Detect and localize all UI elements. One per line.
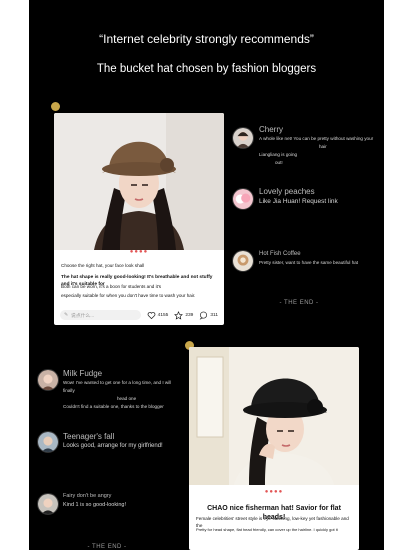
headline-subtitle: The bucket hat chosen by fashion blogger… — [96, 63, 317, 75]
comment-button[interactable]: 311 — [199, 311, 218, 320]
pencil-icon: ✎ — [64, 312, 69, 318]
comment-fairy-dont-be-angry: Fairy don't be angry Kind 1 is so good-l… — [63, 492, 183, 510]
comment-cherry: Cherry A whole like net! You can be pret… — [259, 124, 384, 167]
heart-icon — [147, 311, 156, 319]
comment-text: Looks good, arrange for my girlfriend! — [63, 443, 163, 449]
commenter-name: Hot Fish Coffee — [259, 251, 301, 257]
headline-quote: “Internet celebrity strongly recommends” — [99, 32, 314, 46]
post-action-bar: ✎ 说点什么... 4155 239 311 — [54, 307, 224, 323]
commenter-name: Teenager's fall — [63, 432, 115, 441]
avatar-milk-fudge[interactable] — [37, 369, 59, 391]
comment-bubble-icon — [199, 311, 208, 320]
comment-text: Couldn't find a suitable one, thanks to … — [63, 404, 164, 409]
end-marker: - THE END - — [279, 300, 319, 306]
like-button[interactable]: 4155 — [147, 311, 169, 320]
post-card-2[interactable]: ●●●● CHAO nice fisherman hat! Savior for… — [189, 347, 359, 550]
comment-text: Wow! I've wanted to get one for a long t… — [63, 380, 172, 393]
comment-text: Kind 1 is so good-looking! — [63, 502, 126, 508]
avatar-fairy-dont-be-angry[interactable] — [37, 493, 59, 515]
comment-placeholder: 说点什么... — [71, 313, 95, 319]
comment-text: Pretty sister, want to have the same bea… — [259, 260, 359, 265]
commenter-name: Lovely peaches — [259, 187, 315, 196]
comment-input[interactable]: ✎ 说点什么... — [60, 310, 141, 320]
favorite-button[interactable]: 239 — [174, 310, 194, 320]
commenter-name: Fairy don't be angry — [63, 493, 112, 499]
avatar-lovely-peaches[interactable] — [232, 188, 254, 210]
comment-count: 311 — [210, 312, 218, 318]
comment-lovely-peaches: Lovely peaches Like Jia Huan! Request li… — [259, 186, 384, 206]
comment-text: head one — [117, 396, 137, 401]
post-photo-black-hat — [189, 347, 359, 485]
comment-teenagers-fall: Teenager's fall Looks good, arrange for … — [63, 431, 183, 451]
like-count: 4155 — [157, 312, 169, 318]
commenter-name: Milk Fudge — [63, 369, 103, 378]
comment-text: Like Jia Huan! Request link — [259, 198, 338, 205]
post-caption-body-3: especially suitable for when you don't h… — [61, 293, 196, 298]
post-card-1[interactable]: ●●●● Choose the right hat, your face loo… — [54, 113, 224, 325]
comment-hot-fish-coffee: Hot Fish Coffee Pretty sister, want to h… — [259, 250, 384, 267]
avatar-cherry[interactable] — [232, 127, 254, 149]
comment-text: A whole like net! You can be pretty with… — [259, 136, 374, 141]
star-count: 239 — [185, 312, 194, 318]
comment-text: out! — [275, 160, 283, 165]
image-pager[interactable]: ●●●● — [54, 249, 224, 255]
avatar-teenagers-fall[interactable] — [37, 431, 59, 453]
post-photo-brown-hat — [54, 113, 224, 250]
star-icon — [174, 310, 184, 320]
comment-milk-fudge: Milk Fudge Wow! I've wanted to get one f… — [63, 368, 183, 411]
post-caption-body-2: Both can be worn, it's a boon for studen… — [61, 284, 162, 289]
gold-dot-marker — [51, 102, 60, 111]
post-caption-body-2: Pretty for head shape, flat head friendl… — [196, 527, 338, 532]
comment-text: hair — [319, 144, 327, 149]
post-panel: “Internet celebrity strongly recommends”… — [29, 0, 384, 550]
image-pager[interactable]: ●●●● — [189, 489, 359, 495]
comment-text: Liangliang is going — [259, 152, 298, 157]
end-marker: - THE END - — [87, 544, 127, 550]
commenter-name: Cherry — [259, 125, 284, 134]
avatar-hot-fish-coffee[interactable] — [232, 250, 254, 272]
post-caption-title: Choose the right hat, your face look sha… — [61, 263, 145, 268]
